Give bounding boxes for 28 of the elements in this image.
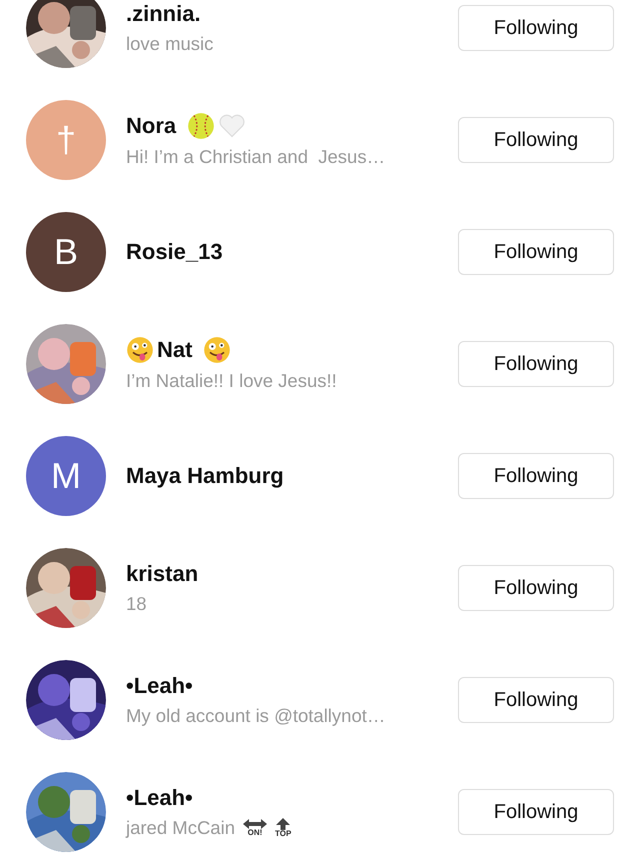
user-bio: jared McCain xyxy=(126,817,235,839)
user-name: Maya Hamburg xyxy=(126,463,284,489)
softball-icon xyxy=(187,112,216,140)
following-button[interactable]: Following xyxy=(458,5,614,51)
silly-face-icon xyxy=(126,336,154,364)
following-button[interactable]: Following xyxy=(458,341,614,387)
user-bio: My old account is @totallynot… xyxy=(126,705,386,727)
user-name: •Leah• xyxy=(126,785,193,811)
user-name: Nat xyxy=(157,337,192,363)
heart-icon xyxy=(218,112,246,140)
user-bio: Hi! I’m a Christian and Jesus… xyxy=(126,146,386,168)
user-bio: I’m Natalie!! I love Jesus!! xyxy=(126,370,337,392)
following-button[interactable]: Following xyxy=(458,117,614,163)
following-button[interactable]: Following xyxy=(458,789,614,835)
following-button[interactable]: Following xyxy=(458,677,614,723)
following-button[interactable]: Following xyxy=(458,453,614,499)
avatar[interactable]: M xyxy=(26,436,106,516)
user-bio: 18 xyxy=(126,593,147,615)
following-button[interactable]: Following xyxy=(458,565,614,611)
avatar[interactable]: B xyxy=(26,212,106,292)
user-name: Nora xyxy=(126,113,176,139)
user-name: •Leah• xyxy=(126,673,193,699)
user-name: .zinnia. xyxy=(126,1,201,27)
user-name: Rosie_13 xyxy=(126,239,223,265)
user-name: kristan xyxy=(126,561,198,587)
user-bio: love music xyxy=(126,33,214,55)
silly-face-icon xyxy=(203,336,232,364)
following-button[interactable]: Following xyxy=(458,229,614,275)
